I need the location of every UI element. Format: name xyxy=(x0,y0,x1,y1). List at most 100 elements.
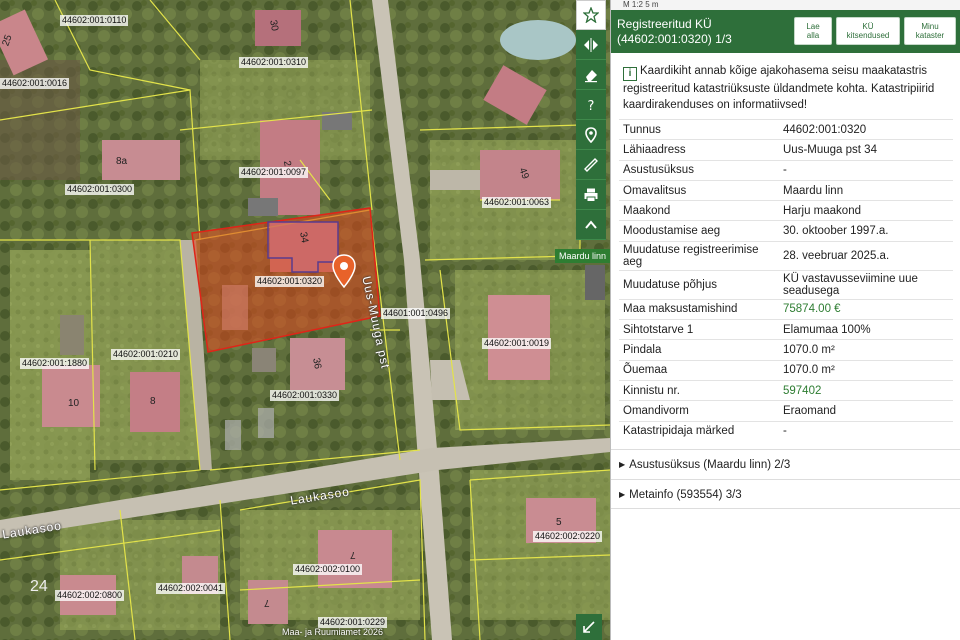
attributes-table: Tunnus 44602:001:0320 Lähiaadress Uus-Muuga… xyxy=(619,118,953,442)
caret-right-icon: ▶ xyxy=(619,460,626,470)
attribute-row: Omandivorm Eraomand xyxy=(619,400,953,422)
attribute-key: Lähiaadress xyxy=(619,139,779,161)
attribute-key: Asustusüksus xyxy=(619,159,779,181)
attribute-value[interactable]: 75874.00 € xyxy=(779,298,953,320)
attribute-row: Asustusüksus - xyxy=(619,159,953,181)
parcel-label: 44602:001:0320 xyxy=(255,276,325,287)
parcel-label: 44602:001:0063 xyxy=(482,197,552,208)
attribute-key: Muudatuse registreerimise aeg xyxy=(619,240,779,271)
attribute-key: Maa maksustamishind xyxy=(619,298,779,320)
attribute-value: 28. veebruar 2025.a. xyxy=(779,240,953,271)
map-copyright: Maa- ja Ruumiamet 2026 xyxy=(282,627,384,637)
print-button[interactable] xyxy=(576,180,606,210)
info-icon: i xyxy=(623,67,637,81)
parcel-label: 44602:002:0220 xyxy=(533,531,603,542)
favorite-button[interactable] xyxy=(576,0,606,30)
parcel-label: 44602:002:0041 xyxy=(156,583,226,594)
parcel-label: 44602:001:0019 xyxy=(482,338,552,349)
attribute-key: Kinnistu nr. xyxy=(619,379,779,401)
house-number: 24 xyxy=(30,578,48,595)
attribute-row: Lähiaadress Uus-Muuga pst 34 xyxy=(619,139,953,161)
split-icon xyxy=(584,37,598,52)
house-number: 7 xyxy=(350,549,356,560)
attribute-row: Tunnus 44602:001:0320 xyxy=(619,118,953,140)
attribute-key: Omandivorm xyxy=(619,400,779,422)
house-number: 7 xyxy=(264,597,270,608)
attribute-value: KÜ vastavusseviimine uue seadusega xyxy=(779,269,953,300)
download-button[interactable]: Lae alla xyxy=(794,17,832,45)
accordion-label: Metainfo (593554) 3/3 xyxy=(629,489,742,502)
parcel-label: 44602:001:0310 xyxy=(239,57,309,68)
house-number: 8 xyxy=(150,396,156,407)
parcel-label: 44602:001:1880 xyxy=(20,358,90,369)
house-number: 10 xyxy=(68,398,80,409)
attribute-value: - xyxy=(779,159,953,181)
accordion-metainfo[interactable]: ▶ Metainfo (593554) 3/3 xyxy=(611,479,960,510)
measure-button[interactable] xyxy=(576,150,606,180)
parcel-label: 44602:001:0330 xyxy=(270,390,340,401)
expand-button[interactable] xyxy=(576,614,602,640)
attribute-key: Õuemaa xyxy=(619,359,779,381)
attribute-value: Elamumaa 100% xyxy=(779,319,953,340)
attribute-row: Katastripidaja märked - xyxy=(619,420,953,442)
attribute-row: Muudatuse registreerimise aeg 28. veebrua… xyxy=(619,240,953,271)
attribute-value: 44602:001:0320 xyxy=(779,118,953,140)
attribute-row: Õuemaa 1070.0 m² xyxy=(619,359,953,381)
download-label-2: alla xyxy=(806,31,820,40)
house-number: 34 xyxy=(297,231,310,244)
restrictions-label-2: kitsendused xyxy=(846,31,890,40)
location-pin-icon[interactable] xyxy=(332,254,356,288)
restrictions-button[interactable]: KÜ kitsendused xyxy=(836,17,900,45)
attribute-value[interactable]: 597402 xyxy=(779,379,953,401)
panel-header: Registreeritud KÜ (44602:001:0320) 1/3 L… xyxy=(611,10,960,53)
attribute-key: Sihtotstarve 1 xyxy=(619,319,779,340)
attribute-row: Omavalitsus Maardu linn xyxy=(619,179,953,201)
house-number: 8a xyxy=(116,156,128,167)
attribute-row: Muudatuse põhjus KÜ vastavusseviimine uue… xyxy=(619,269,953,300)
accordion-settlement[interactable]: ▶ Asustusüksus (Maardu linn) 2/3 xyxy=(611,449,960,479)
my-cadastre-label-1: Minu xyxy=(921,22,939,31)
help-button[interactable]: ? xyxy=(576,90,606,120)
info-panel: M 1:2 5 m Registreeritud KÜ (44602:001:0… xyxy=(610,0,960,640)
restrictions-label-1: KÜ xyxy=(862,22,874,31)
attribute-value: - xyxy=(779,420,953,442)
attribute-row: Kinnistu nr. 597402 xyxy=(619,379,953,401)
attribute-row: Moodustamise aeg 30. oktoober 1997.a. xyxy=(619,220,953,242)
map-view[interactable]: Uus-Muuga pst Laukasoo Laukasoo 44602:00… xyxy=(0,0,610,640)
chevron-up-icon xyxy=(585,219,597,229)
locate-button[interactable] xyxy=(576,120,606,150)
print-icon xyxy=(584,188,598,202)
help-icon: ? xyxy=(588,99,595,113)
attribute-row: Sihtotstarve 1 Elamumaa 100% xyxy=(619,319,953,340)
region-tag: Maardu linn xyxy=(554,249,610,263)
house-number: 30 xyxy=(267,19,280,32)
parcel-label: 44601:001:0496 xyxy=(381,308,451,319)
map-toolbar: ? xyxy=(576,0,606,240)
aerial-imagery xyxy=(0,0,610,640)
info-notice: i Kaardikiht annab kõige ajakohasema seis… xyxy=(611,53,960,119)
my-cadastre-button[interactable]: Minu kataster xyxy=(904,17,956,45)
attribute-value: 1070.0 m² xyxy=(779,359,953,381)
scale-text: M 1:2 5 m xyxy=(611,0,960,10)
house-number: 36 xyxy=(310,357,323,370)
star-icon xyxy=(583,7,599,23)
clear-button[interactable] xyxy=(576,60,606,90)
house-number: 5 xyxy=(556,517,562,528)
parcel-label: 44602:002:0800 xyxy=(55,590,125,601)
parcel-label: 44602:001:0016 xyxy=(0,78,70,89)
download-label-1: Lae xyxy=(806,22,820,31)
attribute-row: Maa maksustamishind 75874.00 € xyxy=(619,298,953,320)
ruler-icon xyxy=(584,157,598,172)
caret-right-icon: ▶ xyxy=(619,490,626,500)
attribute-value: Uus-Muuga pst 34 xyxy=(779,139,953,161)
accordion-label: Asustusüksus (Maardu linn) 2/3 xyxy=(629,459,791,472)
expand-icon xyxy=(583,621,595,633)
attribute-key: Tunnus xyxy=(619,118,779,140)
attribute-row: Maakond Harju maakond xyxy=(619,200,953,221)
parcel-label: 44602:001:0097 xyxy=(239,167,309,178)
svg-text:?: ? xyxy=(588,99,595,113)
attribute-key: Katastripidaja märked xyxy=(619,420,779,442)
location-icon xyxy=(585,126,597,143)
collapse-button[interactable] xyxy=(576,210,606,240)
compare-button[interactable] xyxy=(576,30,606,60)
